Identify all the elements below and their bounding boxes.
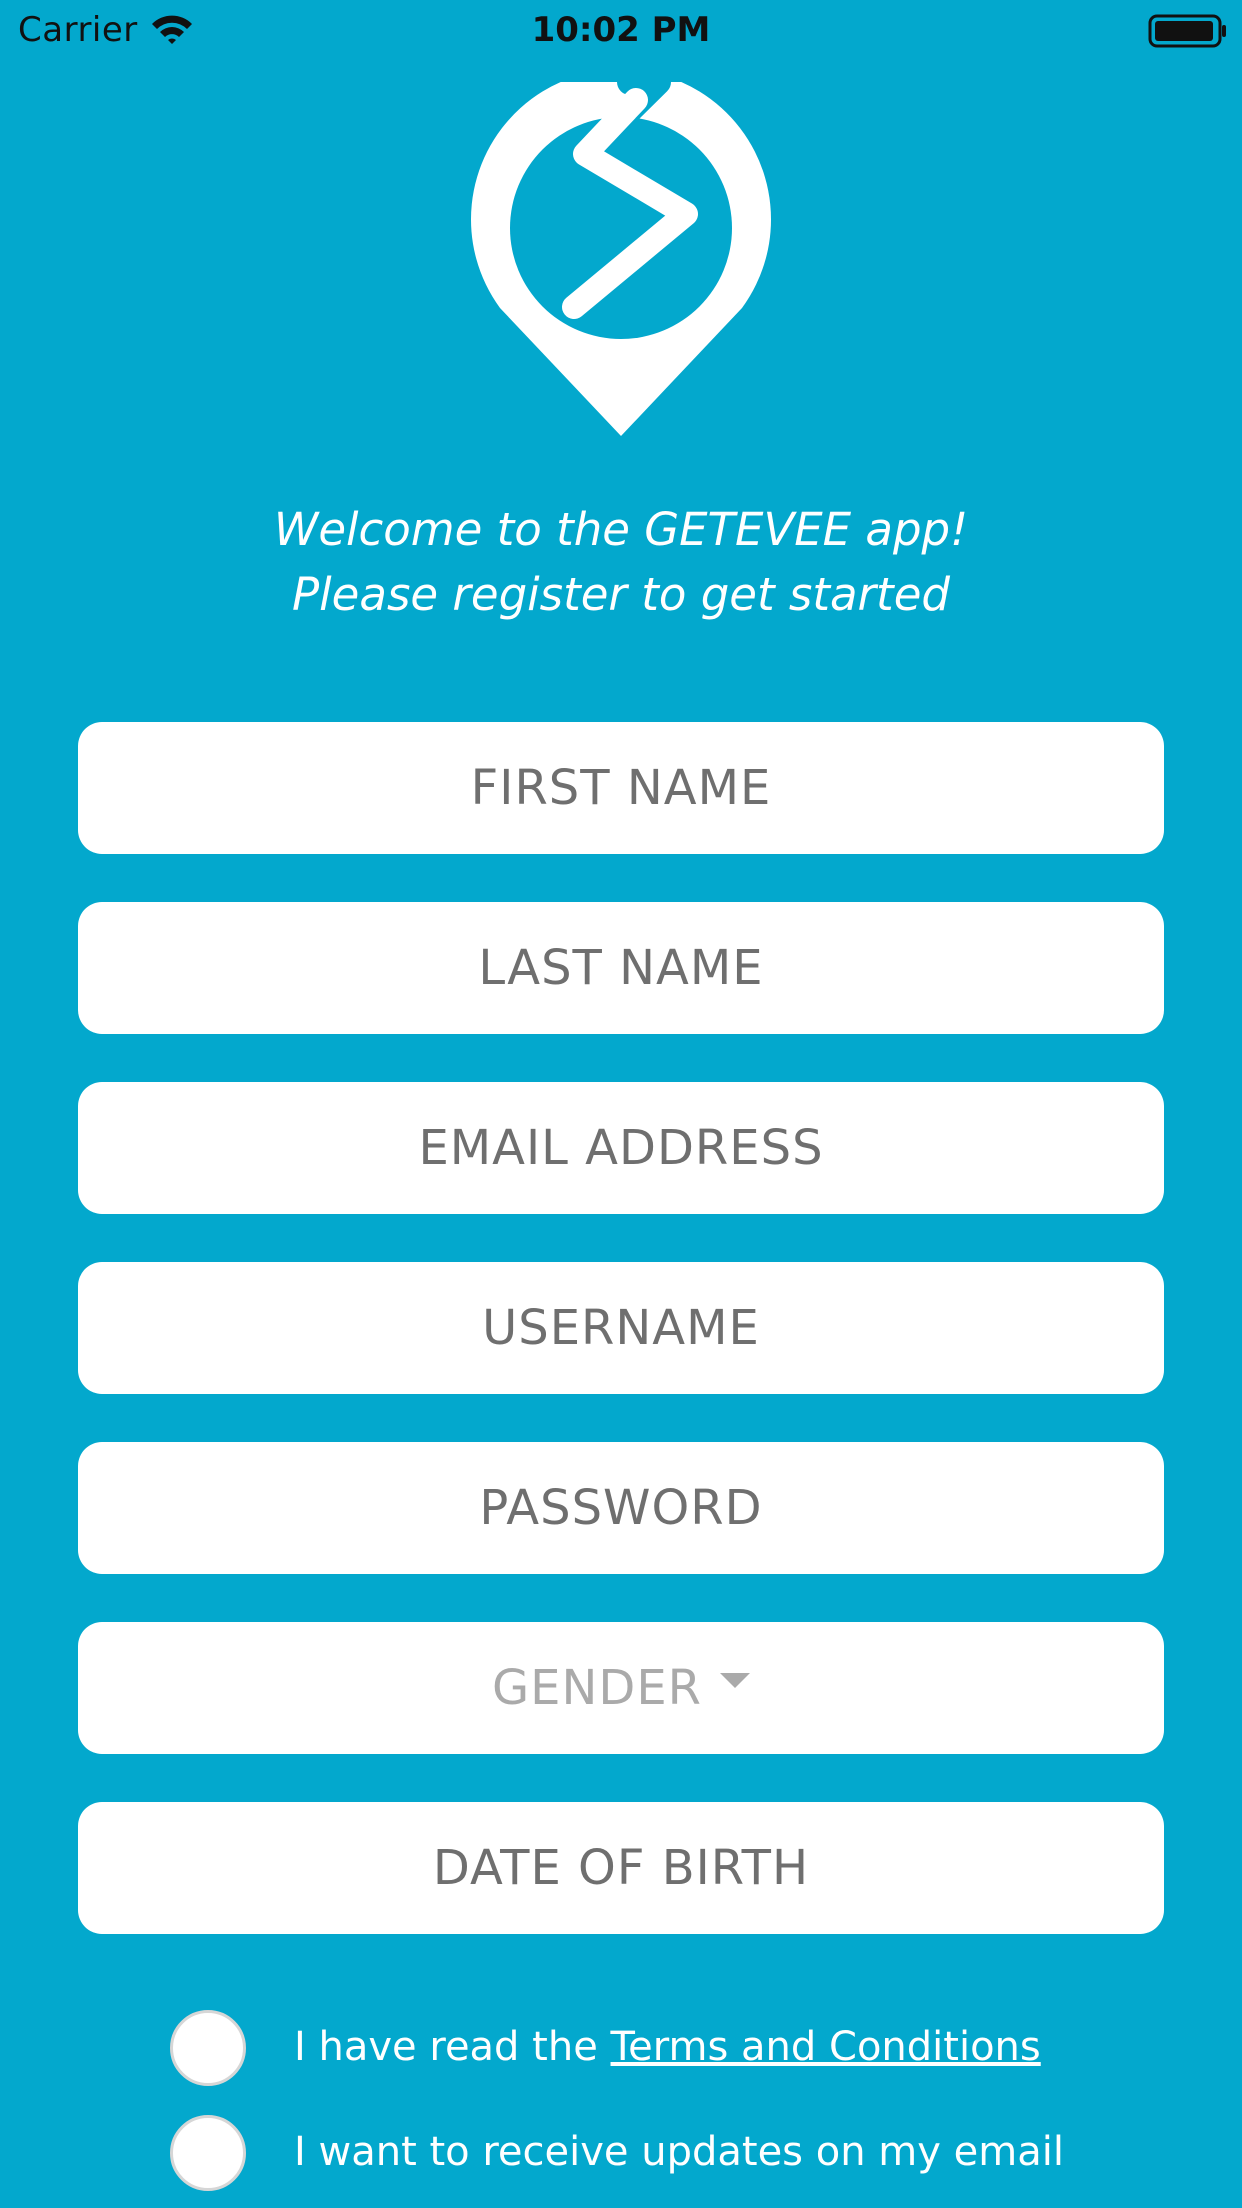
email-updates-checkbox[interactable] <box>170 2115 246 2191</box>
terms-checkbox[interactable] <box>170 2010 246 2086</box>
email-address-field[interactable]: EMAIL ADDRESS <box>78 1082 1164 1214</box>
last-name-field[interactable]: LAST NAME <box>78 902 1164 1034</box>
date-of-birth-placeholder: DATE OF BIRTH <box>432 1840 810 1896</box>
email-address-placeholder: EMAIL ADDRESS <box>418 1120 824 1176</box>
password-placeholder: PASSWORD <box>479 1480 763 1536</box>
last-name-placeholder: LAST NAME <box>478 940 764 996</box>
first-name-field[interactable]: FIRST NAME <box>78 722 1164 854</box>
lightning-location-pin-icon <box>470 69 772 437</box>
terms-prefix-text: I have read the <box>294 2024 611 2070</box>
welcome-line-1: Welcome to the GETEVEE app! <box>273 503 969 556</box>
email-updates-label: I want to receive updates on my email <box>294 2129 1064 2175</box>
username-field[interactable]: USERNAME <box>78 1262 1164 1394</box>
gender-select[interactable]: GENDER <box>78 1622 1164 1754</box>
password-field[interactable]: PASSWORD <box>78 1442 1164 1574</box>
email-updates-row: I want to receive updates on my email <box>170 2115 1130 2195</box>
username-placeholder: USERNAME <box>482 1300 760 1356</box>
battery-icon <box>1148 14 1228 52</box>
welcome-line-2: Please register to get started <box>292 568 950 621</box>
terms-and-conditions-link[interactable]: Terms and Conditions <box>611 2024 1041 2070</box>
gender-placeholder: GENDER <box>491 1660 703 1716</box>
welcome-message: Welcome to the GETEVEE app! Please regis… <box>0 497 1242 627</box>
terms-agreement-row: I have read the Terms and Conditions <box>170 2010 1130 2090</box>
terms-label: I have read the Terms and Conditions <box>294 2024 1041 2070</box>
status-time: 10:02 PM <box>531 10 711 50</box>
status-bar: Carrier 10:02 PM <box>0 0 1242 62</box>
chevron-down-icon <box>720 1672 751 1688</box>
date-of-birth-field[interactable]: DATE OF BIRTH <box>78 1802 1164 1934</box>
first-name-placeholder: FIRST NAME <box>470 760 772 816</box>
